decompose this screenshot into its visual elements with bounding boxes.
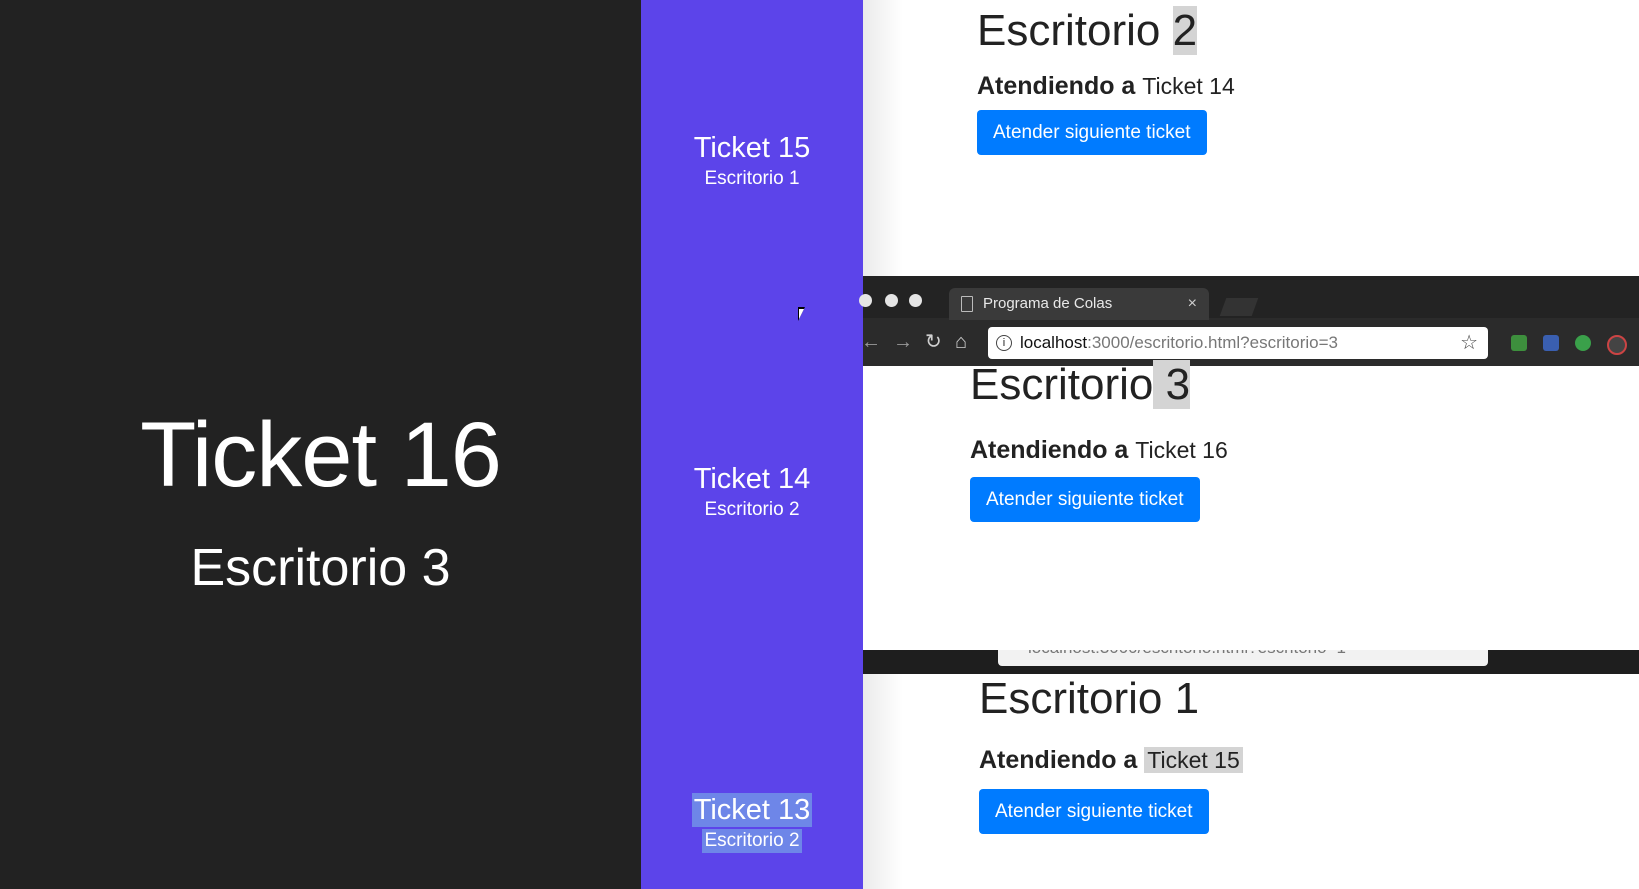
history-item: Ticket 13 Escritorio 2 — [641, 793, 863, 853]
window-minimize-dot-icon[interactable] — [885, 294, 898, 307]
desk-3-window: Escritorio 3 Atendiendo a Ticket 16 Aten… — [863, 360, 1639, 650]
desk-2-serving: Atendiendo a Ticket 14 — [977, 72, 1235, 100]
history-desk: Escritorio 2 — [704, 499, 800, 520]
browser-toolbar: Programa de Colas × ← → ↻ ⌂ i localhost:… — [859, 276, 1639, 366]
extension-icon[interactable] — [1607, 335, 1627, 355]
desk-1-title: Escritorio 1 — [979, 674, 1200, 723]
current-ticket-display: Ticket 16 Escritorio 3 — [0, 0, 641, 889]
address-url-partial: localhost:3000/escritorio.html?escritori… — [1028, 650, 1346, 662]
history-desk: Escritorio 1 — [704, 168, 800, 189]
forward-icon[interactable]: → — [893, 330, 913, 354]
desk-1-serving-ticket: Ticket 15 — [1144, 747, 1243, 773]
history-ticket: Ticket 13 — [691, 793, 813, 827]
desk-3-serving-ticket: Ticket 16 — [1135, 437, 1228, 463]
desk-3-next-ticket-button[interactable]: Atender siguiente ticket — [970, 477, 1200, 522]
download-extension-icon[interactable] — [1543, 335, 1559, 351]
current-ticket-number: Ticket 16 — [140, 404, 502, 506]
desk-2-serving-ticket: Ticket 14 — [1142, 73, 1235, 99]
desk-2-window: Escritorio 2 Atendiendo a Ticket 14 Aten… — [863, 0, 1639, 276]
home-icon[interactable]: ⌂ — [955, 330, 967, 354]
address-bar-partial[interactable]: localhost:3000/escritorio.html?escritori… — [998, 650, 1488, 666]
tab-close-icon[interactable]: × — [1188, 288, 1197, 320]
mouse-cursor-icon — [798, 307, 812, 321]
reload-icon[interactable]: ↻ — [925, 330, 942, 354]
back-icon[interactable]: ← — [861, 330, 881, 354]
desk-1-window: Escritorio 1 Atendiendo a Ticket 15 Aten… — [863, 674, 1639, 889]
history-ticket: Ticket 15 — [693, 132, 811, 164]
new-tab-button[interactable] — [1219, 298, 1259, 316]
desk-2-next-ticket-button[interactable]: Atender siguiente ticket — [977, 110, 1207, 155]
desk-1-next-ticket-button[interactable]: Atender siguiente ticket — [979, 789, 1209, 834]
desk-1-serving: Atendiendo a Ticket 15 — [979, 744, 1243, 776]
current-ticket-desk: Escritorio 3 — [190, 539, 451, 597]
history-desk: Escritorio 2 — [702, 829, 802, 853]
desk-3-title: Escritorio 3 — [970, 360, 1191, 409]
history-ticket: Ticket 14 — [693, 463, 811, 495]
cors-extension-icon[interactable] — [1511, 335, 1527, 351]
address-bar[interactable]: i localhost:3000/escritorio.html?escrito… — [988, 327, 1488, 359]
desk-windows-area: Escritorio 2 Atendiendo a Ticket 14 Aten… — [859, 0, 1639, 889]
address-url: localhost:3000/escritorio.html?escritori… — [1020, 333, 1338, 352]
tab-title: Programa de Colas — [983, 295, 1113, 312]
window-close-dot-icon[interactable] — [859, 294, 872, 307]
extension-icon[interactable] — [1575, 335, 1591, 351]
ticket-history-column: Ticket 15 Escritorio 1 Ticket 14 Escrito… — [641, 0, 863, 889]
desk-3-serving: Atendiendo a Ticket 16 — [970, 436, 1228, 464]
history-item: Ticket 15 Escritorio 1 — [641, 131, 863, 191]
browser-tab[interactable]: Programa de Colas × — [949, 288, 1209, 320]
browser-toolbar-partial: localhost:3000/escritorio.html?escritori… — [863, 650, 1639, 674]
desk-2-title: Escritorio 2 — [977, 6, 1198, 55]
page-icon — [961, 296, 973, 312]
site-info-icon[interactable]: i — [996, 335, 1012, 351]
bookmark-star-icon[interactable]: ☆ — [1460, 327, 1478, 359]
history-item: Ticket 14 Escritorio 2 — [641, 462, 863, 522]
window-maximize-dot-icon[interactable] — [909, 294, 922, 307]
